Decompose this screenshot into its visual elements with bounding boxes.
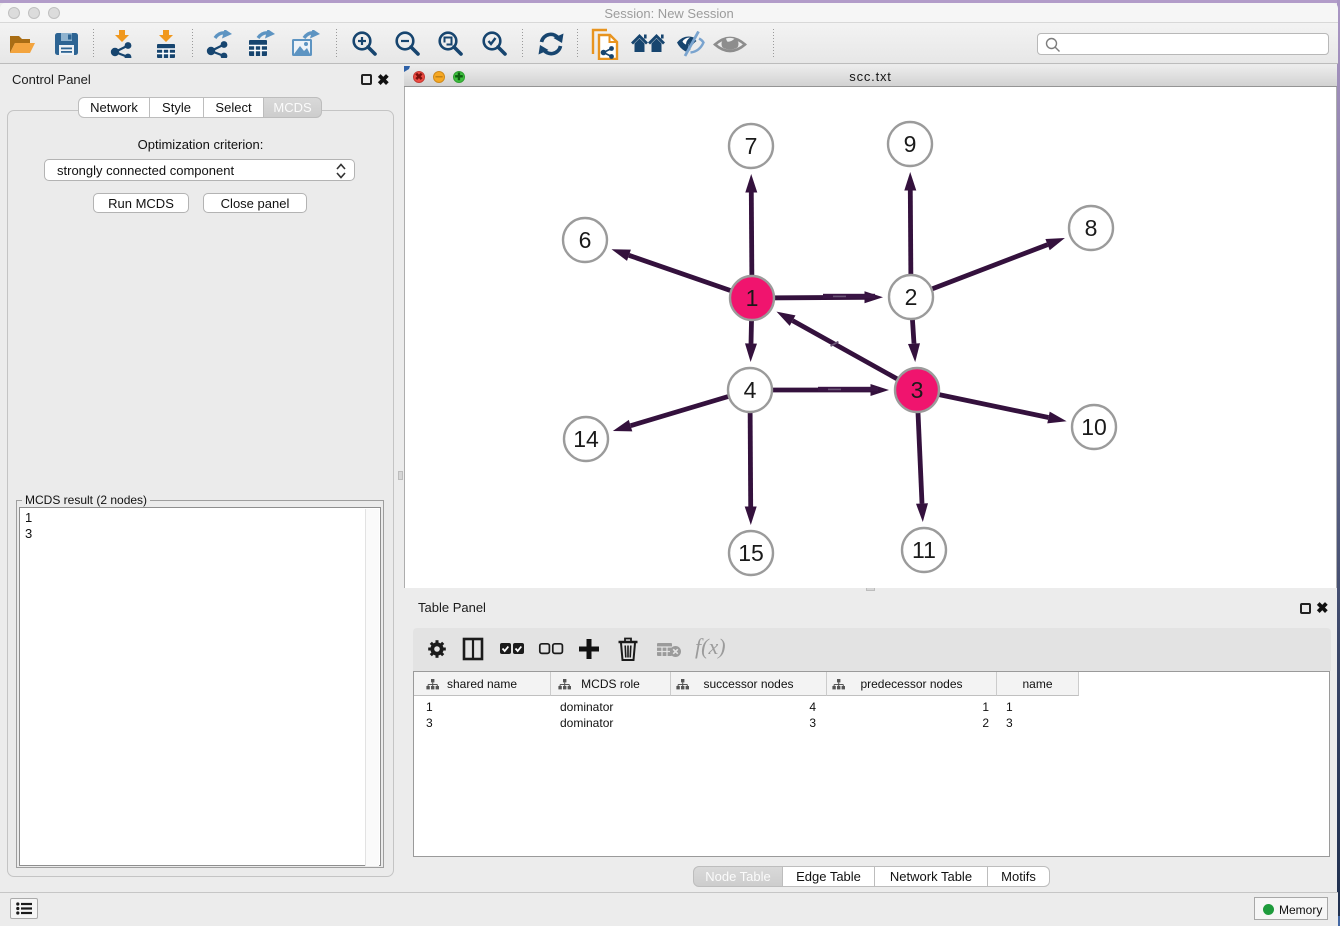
svg-text:2: 2 [905, 284, 918, 310]
svg-text:4: 4 [744, 377, 757, 403]
svg-text:6: 6 [579, 227, 592, 253]
svg-text:14: 14 [573, 426, 599, 452]
svg-text:7: 7 [745, 133, 758, 159]
svg-text:11: 11 [912, 537, 936, 563]
svg-text:9: 9 [904, 131, 917, 157]
svg-text:10: 10 [1081, 414, 1107, 440]
svg-text:3: 3 [911, 377, 924, 403]
svg-text:8: 8 [1085, 215, 1098, 241]
svg-text:15: 15 [738, 540, 764, 566]
svg-text:1: 1 [746, 285, 759, 311]
